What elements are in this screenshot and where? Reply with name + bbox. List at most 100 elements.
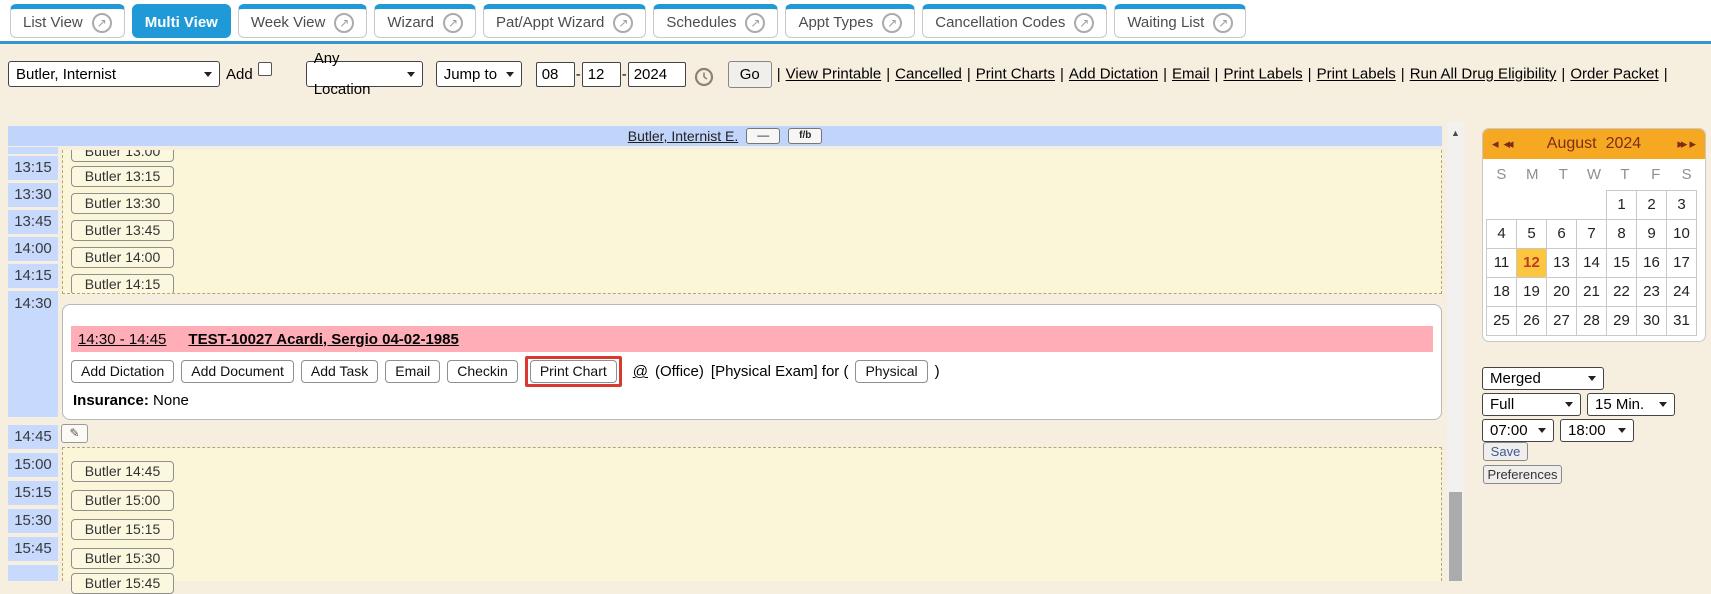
add-checkbox[interactable]: [258, 62, 272, 76]
view-mode-select[interactable]: Merged: [1482, 367, 1604, 390]
calendar-day[interactable]: 9: [1636, 219, 1667, 249]
calendar-day[interactable]: 8: [1606, 219, 1637, 249]
day-span-select[interactable]: Full: [1482, 393, 1581, 416]
calendar-day[interactable]: 22: [1606, 277, 1637, 307]
end-time-select[interactable]: 18:00: [1560, 419, 1634, 442]
slot-button[interactable]: Butler 15:00: [71, 490, 174, 511]
calendar-day[interactable]: 16: [1636, 248, 1667, 278]
slot-button[interactable]: Butler 14:45: [71, 461, 174, 482]
calendar-day[interactable]: 11: [1486, 248, 1517, 278]
slot-button[interactable]: Butler 13:45: [71, 220, 174, 241]
calendar-day[interactable]: 10: [1666, 219, 1697, 249]
calendar-day[interactable]: 2: [1636, 190, 1667, 220]
clock-icon[interactable]: [694, 67, 714, 87]
link-print-charts[interactable]: Print Charts: [976, 66, 1055, 83]
tab-waiting-list[interactable]: Waiting List ↗: [1114, 4, 1246, 38]
tab-multi-view[interactable]: Multi View: [132, 4, 231, 38]
link-order-packet[interactable]: Order Packet: [1570, 66, 1658, 83]
tab-week-view[interactable]: Week View ↗: [238, 4, 367, 38]
calendar-day[interactable]: 19: [1516, 277, 1547, 307]
calendar-day[interactable]: 20: [1546, 277, 1577, 307]
provider-select[interactable]: Butler, Internist: [8, 61, 220, 87]
date-year-input[interactable]: [628, 62, 686, 87]
link-print-labels-2[interactable]: Print Labels: [1317, 66, 1396, 83]
calendar-day-selected[interactable]: 12: [1516, 248, 1547, 278]
calendar-next-month-icon[interactable]: ▸: [1689, 136, 1696, 152]
link-run-all-drug-eligibility[interactable]: Run All Drug Eligibility: [1410, 66, 1557, 83]
calendar-day[interactable]: 21: [1576, 277, 1607, 307]
tab-pat-appt-wizard[interactable]: Pat/Appt Wizard ↗: [483, 4, 646, 38]
jump-to-select[interactable]: Jump to: [436, 61, 522, 87]
calendar-day[interactable]: 29: [1606, 306, 1637, 336]
calendar-day[interactable]: 27: [1546, 306, 1577, 336]
preferences-button[interactable]: Preferences: [1483, 465, 1562, 484]
appointment-type-button[interactable]: Physical: [855, 360, 927, 383]
open-new-window-icon[interactable]: ↗: [1074, 13, 1094, 33]
calendar-prev-year-icon[interactable]: ◂◂: [1504, 136, 1511, 152]
open-new-window-icon[interactable]: ↗: [882, 13, 902, 33]
date-month-input[interactable]: [536, 62, 575, 87]
tab-list-view[interactable]: List View ↗: [10, 4, 125, 38]
slot-button[interactable]: Butler 14:00: [71, 247, 174, 268]
calendar-day[interactable]: 23: [1636, 277, 1667, 307]
add-document-button[interactable]: Add Document: [181, 360, 294, 383]
calendar-day[interactable]: 15: [1606, 248, 1637, 278]
calendar-day[interactable]: 13: [1546, 248, 1577, 278]
tab-appt-types[interactable]: Appt Types ↗: [785, 4, 915, 38]
slot-button[interactable]: Butler 13:30: [71, 193, 174, 214]
add-dictation-button[interactable]: Add Dictation: [71, 360, 174, 383]
minimize-column-button[interactable]: —: [746, 128, 780, 144]
scrollbar-thumb[interactable]: [1449, 492, 1462, 581]
calendar-day[interactable]: 3: [1666, 190, 1697, 220]
print-chart-button[interactable]: Print Chart: [530, 360, 617, 383]
tab-cancellation-codes[interactable]: Cancellation Codes ↗: [922, 4, 1107, 38]
calendar-day[interactable]: 18: [1486, 277, 1517, 307]
calendar-day[interactable]: 24: [1666, 277, 1697, 307]
go-button[interactable]: Go: [728, 61, 772, 88]
tab-schedules[interactable]: Schedules ↗: [653, 4, 778, 38]
fb-button[interactable]: f/b: [788, 128, 822, 144]
slot-button[interactable]: Butler 14:15: [71, 274, 174, 294]
slot-button[interactable]: Butler 15:45: [71, 573, 174, 594]
appointment-time-link[interactable]: 14:30 - 14:45: [78, 331, 166, 348]
start-time-select[interactable]: 07:00: [1482, 419, 1554, 442]
tab-wizard[interactable]: Wizard ↗: [374, 4, 476, 38]
add-task-button[interactable]: Add Task: [301, 360, 378, 383]
calendar-day[interactable]: 17: [1666, 248, 1697, 278]
link-view-printable[interactable]: View Printable: [786, 66, 882, 83]
scroll-up-icon[interactable]: ▲: [1447, 128, 1464, 138]
calendar-day[interactable]: 31: [1666, 306, 1697, 336]
calendar-day[interactable]: 25: [1486, 306, 1517, 336]
calendar-day[interactable]: 6: [1546, 219, 1577, 249]
open-new-window-icon[interactable]: ↗: [92, 13, 112, 33]
link-add-dictation[interactable]: Add Dictation: [1069, 66, 1158, 83]
calendar-day[interactable]: 5: [1516, 219, 1547, 249]
calendar-prev-month-icon[interactable]: ◂: [1492, 136, 1499, 152]
calendar-day[interactable]: 26: [1516, 306, 1547, 336]
location-at-link[interactable]: @: [633, 363, 648, 380]
schedule-scrollbar[interactable]: ▲: [1447, 122, 1464, 581]
calendar-day[interactable]: 14: [1576, 248, 1607, 278]
calendar-next-year-icon[interactable]: ▸▸: [1677, 136, 1684, 152]
link-cancelled[interactable]: Cancelled: [895, 66, 962, 83]
calendar-day[interactable]: 28: [1576, 306, 1607, 336]
open-new-window-icon[interactable]: ↗: [613, 13, 633, 33]
open-new-window-icon[interactable]: ↗: [1213, 13, 1233, 33]
calendar-day[interactable]: 7: [1576, 219, 1607, 249]
slot-button[interactable]: Butler 13:15: [71, 166, 174, 187]
open-new-window-icon[interactable]: ↗: [334, 13, 354, 33]
calendar-day[interactable]: 1: [1606, 190, 1637, 220]
edit-slot-button[interactable]: ✎: [61, 424, 88, 443]
link-print-labels[interactable]: Print Labels: [1223, 66, 1302, 83]
save-button[interactable]: Save: [1483, 442, 1528, 461]
checkin-button[interactable]: Checkin: [447, 360, 518, 383]
open-new-window-icon[interactable]: ↗: [745, 13, 765, 33]
slot-button[interactable]: Butler 15:30: [71, 548, 174, 569]
location-select[interactable]: Any Location: [306, 61, 423, 87]
slot-button-partial[interactable]: Butler 13:00: [71, 150, 174, 162]
slot-button[interactable]: Butler 15:15: [71, 519, 174, 540]
patient-link[interactable]: TEST-10027 Acardi, Sergio 04-02-1985: [188, 331, 458, 348]
interval-select[interactable]: 15 Min.: [1587, 393, 1675, 416]
date-day-input[interactable]: [582, 62, 621, 87]
calendar-day[interactable]: 30: [1636, 306, 1667, 336]
